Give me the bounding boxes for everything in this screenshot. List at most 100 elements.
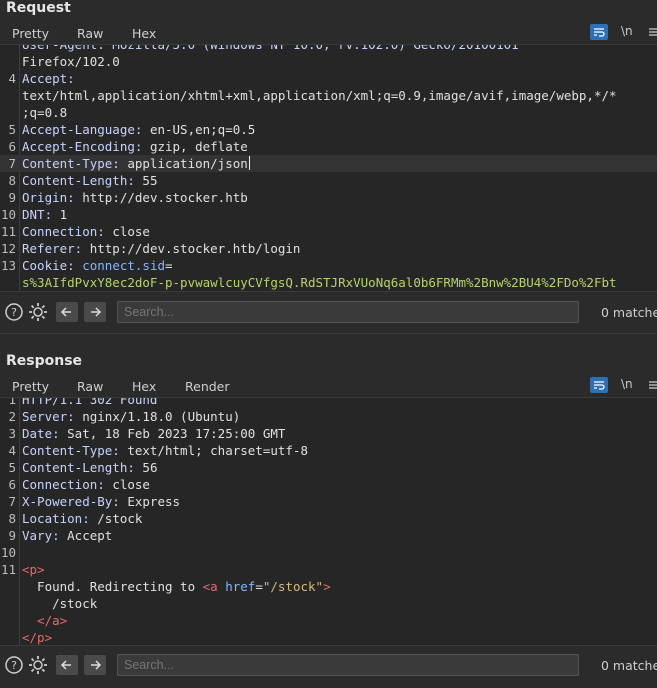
request-search-input[interactable] xyxy=(117,301,579,323)
tab-hex[interactable]: Hex xyxy=(132,375,156,399)
token-val: Express xyxy=(127,494,181,509)
token-val: /stock xyxy=(22,596,98,611)
code-text: User-Agent: Mozilla/5.0 (Windows NT 10.0… xyxy=(22,44,519,53)
next-match-button[interactable] xyxy=(84,655,106,675)
code-line[interactable]: 4 Accept: xyxy=(0,70,657,87)
code-line[interactable]: 5 Accept-Language: en-US,en;q=0.5 xyxy=(0,121,657,138)
line-number: 3 xyxy=(8,426,16,441)
token-val: Firefox/102.0 xyxy=(22,54,120,69)
tab-hex[interactable]: Hex xyxy=(132,22,156,46)
code-line[interactable]: ;q=0.8 xyxy=(0,104,657,121)
code-line[interactable]: text/html,application/xhtml+xml,applicat… xyxy=(0,87,657,104)
token-tag: > xyxy=(323,579,331,594)
code-line[interactable]: 10 xyxy=(0,544,657,561)
tab-raw[interactable]: Raw xyxy=(77,375,103,399)
pretty-wrap-icon[interactable] xyxy=(590,24,608,42)
line-number: 12 xyxy=(0,241,16,256)
token-key: DNT: xyxy=(22,207,60,222)
menu-icon[interactable] xyxy=(649,24,657,42)
arrow-left-icon xyxy=(60,307,71,317)
code-line[interactable]: </a> xyxy=(0,612,657,629)
token-val: nginx/1.18.0 (Ubuntu) xyxy=(82,409,241,424)
response-match-count: 0 matches xyxy=(601,658,657,673)
newline-icon[interactable]: \n xyxy=(621,24,633,42)
line-number: 8 xyxy=(8,173,16,188)
code-text: </a> xyxy=(22,612,67,629)
code-line[interactable]: /stock xyxy=(0,595,657,612)
tab-render[interactable]: Render xyxy=(185,375,230,399)
line-number: 4 xyxy=(8,71,16,86)
code-line[interactable]: 6 Accept-Encoding: gzip, deflate xyxy=(0,138,657,155)
code-line[interactable]: 4 Content-Type: text/html; charset=utf-8 xyxy=(0,442,657,459)
line-number: 4 xyxy=(8,443,16,458)
line-number: 10 xyxy=(0,207,16,222)
line-number: 2 xyxy=(8,409,16,424)
line-number: 11 xyxy=(0,224,16,239)
request-searchbar: ? 0 matches xyxy=(0,296,657,328)
code-text: Connection: close xyxy=(22,476,150,493)
next-match-button[interactable] xyxy=(84,302,106,322)
token-val: 55 xyxy=(142,173,158,188)
token-key: Server: xyxy=(22,409,83,424)
code-line[interactable]: 8 Location: /stock xyxy=(0,510,657,527)
tab-raw[interactable]: Raw xyxy=(77,22,103,46)
code-line[interactable]: Firefox/102.0 xyxy=(0,53,657,70)
code-line[interactable]: 11 Connection: close xyxy=(0,223,657,240)
prev-match-button[interactable] xyxy=(56,302,78,322)
code-line[interactable]: 7 X-Powered-By: Express xyxy=(0,493,657,510)
code-text: Date: Sat, 18 Feb 2023 17:25:00 GMT xyxy=(22,425,285,442)
token-key: Accept: xyxy=(22,71,75,86)
token-key: Referer: xyxy=(22,241,90,256)
code-line[interactable]: s%3AIfdPvxY8ec2doF-p-pvwawlcuyCVfgsQ.RdS… xyxy=(0,274,657,291)
token-key: Date: xyxy=(22,426,68,441)
code-line[interactable]: 13 Cookie: connect.sid= xyxy=(0,257,657,274)
prev-match-button[interactable] xyxy=(56,655,78,675)
code-text: Cookie: connect.sid= xyxy=(22,257,173,274)
code-text: DNT: 1 xyxy=(22,206,67,223)
menu-icon[interactable] xyxy=(649,377,657,395)
pretty-wrap-icon[interactable] xyxy=(590,377,608,395)
code-text: Content-Length: 56 xyxy=(22,459,157,476)
response-searchbar: ? 0 matches xyxy=(0,649,657,681)
token-val: 56 xyxy=(142,460,158,475)
code-text: Accept: xyxy=(22,70,75,87)
help-icon[interactable]: ? xyxy=(4,302,24,322)
code-line[interactable]: 3 Date: Sat, 18 Feb 2023 17:25:00 GMT xyxy=(0,425,657,442)
code-line[interactable]: 10 DNT: 1 xyxy=(0,206,657,223)
response-search-input[interactable] xyxy=(117,654,579,676)
request-match-count: 0 matches xyxy=(601,305,657,320)
token-tag: <p> xyxy=(22,562,45,577)
code-line[interactable]: 9 Origin: http://dev.stocker.htb xyxy=(0,189,657,206)
request-editor[interactable]: User-Agent: Mozilla/5.0 (Windows NT 10.0… xyxy=(0,44,657,292)
token-key: Location: xyxy=(22,511,98,526)
code-line[interactable]: 8 Content-Length: 55 xyxy=(0,172,657,189)
code-line[interactable]: 9 Vary: Accept xyxy=(0,527,657,544)
code-line[interactable]: 11 <p> xyxy=(0,561,657,578)
tab-pretty[interactable]: Pretty xyxy=(5,22,58,46)
token-key: HTTP/1.1 302 Found xyxy=(22,397,158,407)
code-line[interactable]: 6 Connection: close xyxy=(0,476,657,493)
token-val: Accept xyxy=(67,528,113,543)
token-attr: href xyxy=(225,579,256,594)
tab-pretty[interactable]: Pretty xyxy=(5,375,58,399)
token-val: text/html,application/xhtml+xml,applicat… xyxy=(22,88,617,103)
code-line[interactable]: 12 Referer: http://dev.stocker.htb/login xyxy=(0,240,657,257)
code-line[interactable]: 7 Content-Type: application/json xyxy=(0,155,657,172)
token-val: http://dev.stocker.htb xyxy=(82,190,248,205)
gear-icon[interactable] xyxy=(28,655,48,675)
code-line[interactable]: Found. Redirecting to <a href="/stock"> xyxy=(0,578,657,595)
code-line[interactable]: 2 Server: nginx/1.18.0 (Ubuntu) xyxy=(0,408,657,425)
help-icon[interactable]: ? xyxy=(4,655,24,675)
code-line[interactable]: 1 HTTP/1.1 302 Found xyxy=(0,397,657,408)
token-key: User-Agent: Mozilla/5.0 (Windows NT 10.0… xyxy=(22,44,519,52)
line-number: 9 xyxy=(8,190,16,205)
panel-divider[interactable] xyxy=(0,333,657,334)
code-line[interactable]: </p> xyxy=(0,629,657,645)
code-line[interactable]: User-Agent: Mozilla/5.0 (Windows NT 10.0… xyxy=(0,44,657,53)
token-key: Content-Type: xyxy=(22,156,128,171)
newline-icon[interactable]: \n xyxy=(621,377,633,395)
response-editor[interactable]: 1 HTTP/1.1 302 Found 2 Server: nginx/1.18.0… xyxy=(0,397,657,646)
gear-icon[interactable] xyxy=(28,302,48,322)
token-val: gzip, deflate xyxy=(149,139,248,154)
code-line[interactable]: 5 Content-Length: 56 xyxy=(0,459,657,476)
